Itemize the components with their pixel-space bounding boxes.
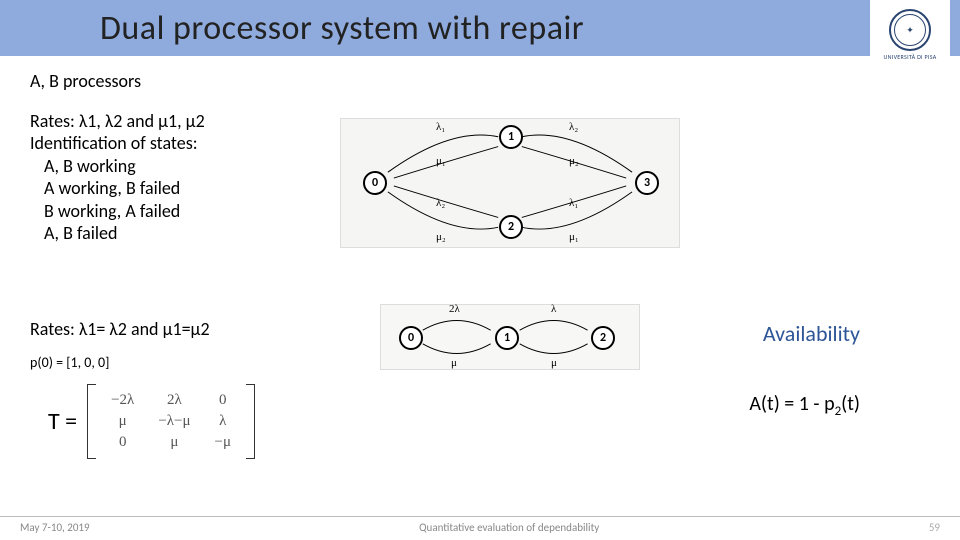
processors-label: A, B processors: [30, 70, 940, 92]
edge-label: λ₂: [436, 197, 445, 209]
node-1b: 1: [495, 326, 519, 350]
node-0: 0: [363, 171, 387, 195]
edge-label: μ₁: [569, 231, 579, 243]
slide-title: Dual processor system with repair: [100, 8, 584, 49]
title-bar: Dual processor system with repair: [0, 0, 960, 56]
footer-page: 59: [929, 521, 940, 534]
edge-label: λ: [551, 303, 556, 315]
initial-prob: p(0) = [1, 0, 0]: [30, 354, 109, 371]
university-logo: ✦ UNIVERSITÀ DI PISA: [870, 0, 950, 70]
m01: 2λ: [146, 390, 202, 411]
at-prefix: A(t) = 1 - p: [749, 392, 834, 416]
transition-matrix: T = −2λ 2λ 0 μ −λ−μ λ 0 μ −μ: [48, 384, 255, 459]
node-2b: 2: [591, 326, 615, 350]
m21: μ: [146, 432, 202, 453]
node-1: 1: [499, 125, 523, 149]
footer-title: Quantitative evaluation of dependability: [419, 521, 599, 534]
m00: −2λ: [99, 390, 146, 411]
m12: λ: [203, 411, 244, 432]
m11: −λ−μ: [146, 411, 202, 432]
state-diagram-3node: 0 1 2 2λ λ μ μ: [380, 304, 640, 370]
slide-body: A, B processors Rates: λ1, λ2 and μ1, μ2…: [30, 70, 940, 510]
t-equals: T =: [48, 407, 77, 436]
node-3: 3: [635, 171, 659, 195]
m10: μ: [99, 411, 146, 432]
edge-label: 2λ: [449, 303, 460, 315]
university-name: UNIVERSITÀ DI PISA: [883, 53, 936, 61]
edge-label: λ₁: [569, 197, 578, 209]
edge-label: μ₂: [436, 231, 446, 243]
state-diagram-4node: 0 1 2 3 λ₁ λ₂ μ₁ μ₂ λ₂ λ₁ μ₂ μ₁: [340, 118, 680, 248]
edge-label: μ₁: [436, 155, 446, 167]
matrix-bracket: −2λ 2λ 0 μ −λ−μ λ 0 μ −μ: [87, 384, 255, 459]
m02: 0: [203, 390, 244, 411]
node-0b: 0: [399, 326, 423, 350]
edge-label: λ₁: [436, 121, 445, 133]
m22: −μ: [203, 432, 244, 453]
node-2: 2: [499, 215, 523, 239]
availability-heading: Availability: [763, 320, 860, 347]
availability-formula: A(t) = 1 - p2(t): [749, 392, 860, 419]
edge-label: λ₂: [569, 121, 578, 133]
edge-label: μ: [551, 357, 557, 369]
edge-label: μ₂: [569, 155, 579, 167]
slide-footer: May 7-10, 2019 Quantitative evaluation o…: [0, 516, 960, 534]
edge-label: μ: [451, 357, 457, 369]
m20: 0: [99, 432, 146, 453]
rates-line-2: Rates: λ1= λ2 and μ1=μ2: [30, 318, 210, 340]
seal-icon: ✦: [889, 9, 931, 51]
at-suffix: (t): [841, 392, 860, 416]
footer-date: May 7-10, 2019: [20, 521, 90, 534]
